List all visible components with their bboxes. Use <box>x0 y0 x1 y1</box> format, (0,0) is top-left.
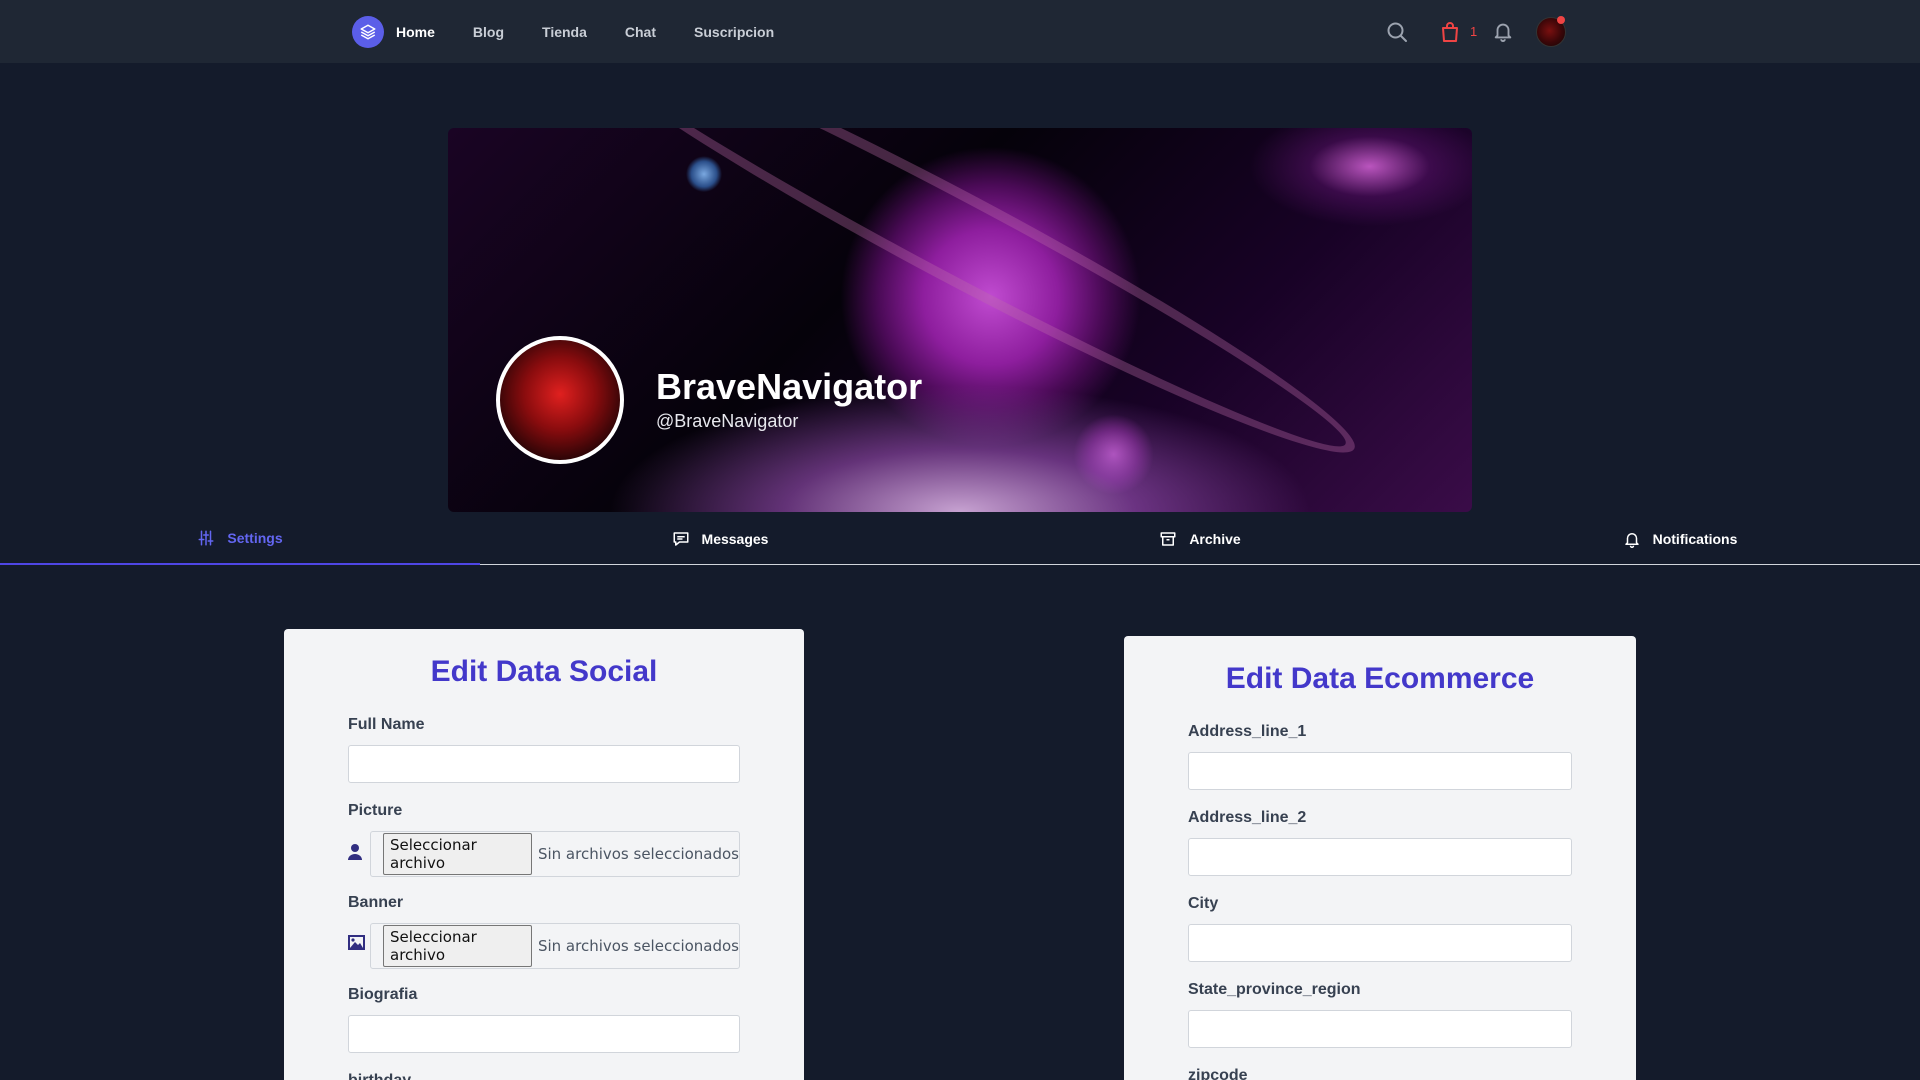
state-province-region-input[interactable] <box>1188 1010 1572 1048</box>
banner-file-row: Seleccionar archivo Sin archivos selecci… <box>348 923 740 969</box>
tab-notifications[interactable]: Notifications <box>1440 512 1920 565</box>
bell-icon[interactable] <box>1492 20 1514 42</box>
nav-link-home[interactable]: Home <box>396 24 435 40</box>
profile-avatar <box>496 336 624 464</box>
tab-label: Notifications <box>1652 530 1738 547</box>
biografia-input[interactable] <box>348 1015 740 1053</box>
city-input[interactable] <box>1188 924 1572 962</box>
edit-ecommerce-card: Edit Data Ecommerce Address_line_1 Addre… <box>1124 636 1636 1080</box>
nav-link-tienda[interactable]: Tienda <box>542 24 587 40</box>
full-name-input[interactable] <box>348 745 740 783</box>
nav-link-blog[interactable]: Blog <box>473 24 504 40</box>
user-icon <box>348 844 362 860</box>
edit-social-card: Edit Data Social Full Name Picture Selec… <box>284 629 804 1080</box>
planet-ring <box>538 128 1376 489</box>
chat-bubble-icon <box>673 531 689 546</box>
address-line-1-input[interactable] <box>1188 752 1572 790</box>
profile-name: BraveNavigator <box>656 366 923 407</box>
layers-icon <box>360 24 376 40</box>
city-label: City <box>1188 895 1219 912</box>
tab-settings[interactable]: Settings <box>0 512 480 565</box>
tab-label: Archive <box>1189 530 1241 547</box>
banner-label: Banner <box>348 894 404 911</box>
zipcode-label: zipcode <box>1188 1067 1248 1080</box>
picture-select-file-button[interactable]: Seleccionar archivo <box>383 833 532 875</box>
archive-box-icon <box>1160 531 1176 546</box>
logo-button[interactable] <box>352 16 384 48</box>
nav-link-suscripcion[interactable]: Suscripcion <box>694 24 774 40</box>
birthday-label: birthday <box>348 1072 411 1080</box>
picture-label: Picture <box>348 802 403 819</box>
search-icon[interactable] <box>1385 20 1409 44</box>
tab-label: Messages <box>701 530 769 547</box>
cart-count: 1 <box>1470 24 1478 39</box>
full-name-label: Full Name <box>348 716 425 733</box>
nav-link-chat[interactable]: Chat <box>625 24 656 40</box>
top-navbar: Home Blog Tienda Chat Suscripcion 1 <box>0 0 1920 63</box>
banner-file-status: Sin archivos seleccionados <box>537 937 739 955</box>
state-province-region-label: State_province_region <box>1188 981 1361 998</box>
sliders-icon <box>198 530 214 545</box>
profile-tabs: Settings Messages Archive Notifications <box>0 512 1920 565</box>
status-dot <box>1557 16 1565 24</box>
address-line-2-input[interactable] <box>1188 838 1572 876</box>
nav-links: Home Blog Tienda Chat Suscripcion <box>396 0 812 63</box>
image-icon <box>348 935 365 950</box>
card-title: Edit Data Social <box>430 655 658 688</box>
tab-messages[interactable]: Messages <box>480 512 960 565</box>
shopping-bag-icon[interactable] <box>1438 20 1462 44</box>
tab-archive[interactable]: Archive <box>960 512 1440 565</box>
bell-icon <box>1624 532 1639 548</box>
profile-handle: @BraveNavigator <box>656 411 799 431</box>
picture-file-input[interactable]: Seleccionar archivo Sin archivos selecci… <box>370 831 740 877</box>
banner-select-file-button[interactable]: Seleccionar archivo <box>383 925 532 967</box>
banner-file-input[interactable]: Seleccionar archivo Sin archivos selecci… <box>370 923 740 969</box>
picture-file-row: Seleccionar archivo Sin archivos selecci… <box>348 831 740 877</box>
address-line-1-label: Address_line_1 <box>1188 723 1307 740</box>
tab-label: Settings <box>227 529 283 546</box>
profile-banner: BraveNavigator @BraveNavigator <box>448 128 1472 512</box>
biografia-label: Biografia <box>348 986 418 1003</box>
picture-file-status: Sin archivos seleccionados <box>537 845 739 863</box>
address-line-2-label: Address_line_2 <box>1188 809 1307 826</box>
card-title: Edit Data Ecommerce <box>1225 662 1535 695</box>
